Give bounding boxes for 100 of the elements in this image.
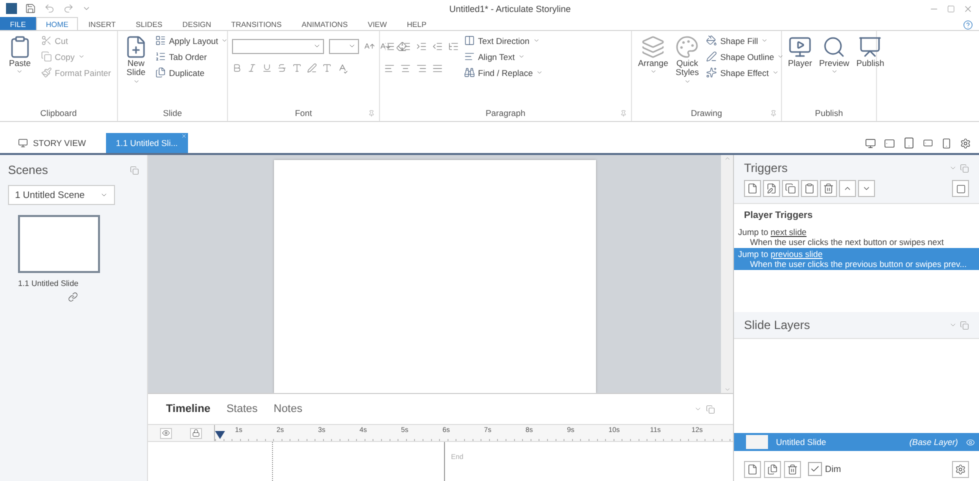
- list-icon: [155, 51, 166, 62]
- ribbon-button[interactable]: Player: [786, 33, 814, 70]
- ribbon-button[interactable]: Tab Order: [153, 49, 230, 64]
- save-icon[interactable]: [25, 3, 36, 14]
- numbering-icon[interactable]: [400, 40, 411, 52]
- app-logo-icon: [6, 3, 17, 14]
- text-case-icon[interactable]: [292, 63, 302, 73]
- scene-dropdown[interactable]: 1 Untitled Scene: [8, 185, 115, 205]
- caret-icon: [518, 53, 525, 60]
- duplicate-layer-icon[interactable]: [764, 460, 781, 478]
- align-center-icon[interactable]: [400, 62, 411, 74]
- phone-icon[interactable]: [941, 138, 952, 148]
- spellcheck-icon[interactable]: [337, 62, 348, 74]
- ribbon-button[interactable]: Align Text: [462, 49, 545, 64]
- undock-icon[interactable]: [706, 404, 715, 414]
- slide-thumbnail[interactable]: [18, 215, 100, 273]
- eye-icon[interactable]: [160, 428, 172, 438]
- shrink-font-icon[interactable]: [380, 40, 391, 52]
- panel-tab[interactable]: States: [226, 403, 258, 415]
- move-down-icon[interactable]: [858, 180, 875, 197]
- align-left-icon[interactable]: [384, 62, 395, 74]
- new-layer-icon[interactable]: [744, 460, 761, 478]
- italic-icon[interactable]: [247, 63, 257, 73]
- undock-icon[interactable]: [130, 166, 139, 174]
- columns-icon: [464, 35, 475, 46]
- strikethrough-icon[interactable]: [277, 63, 287, 73]
- laptop-icon[interactable]: [865, 138, 876, 148]
- justify-icon[interactable]: [432, 62, 443, 74]
- new-trigger-icon[interactable]: [744, 180, 761, 197]
- monitor-icon: [788, 35, 812, 59]
- ribbon-button[interactable]: Shape Outline: [704, 49, 786, 64]
- font-name-field[interactable]: [232, 38, 324, 54]
- magnifier-icon: [822, 35, 846, 59]
- trigger-item[interactable]: Jump to next slide When the user clicks the next button or swipes next: [734, 226, 979, 248]
- customize-icon[interactable]: [82, 4, 91, 13]
- ribbon-button[interactable]: Publish: [854, 33, 886, 70]
- ribbon-button[interactable]: Text Direction: [462, 33, 545, 48]
- edit-icon[interactable]: [763, 180, 780, 197]
- document-tab[interactable]: STORY VIEW: [8, 133, 96, 153]
- presentation-icon: [858, 35, 882, 59]
- checkbox-label: Dim: [825, 464, 841, 474]
- undock-icon[interactable]: [960, 164, 969, 172]
- delete-icon[interactable]: [820, 180, 837, 197]
- ribbon-button[interactable]: Shape Fill: [704, 33, 786, 48]
- group-label: Paragraph: [486, 108, 526, 118]
- caret-icon: [684, 78, 691, 85]
- highlight-icon[interactable]: [307, 63, 317, 73]
- link-icon: [68, 292, 78, 302]
- align-right-icon[interactable]: [416, 62, 427, 74]
- dim-checkbox[interactable]: [808, 462, 822, 476]
- ribbon-button[interactable]: Quick Styles: [673, 33, 702, 87]
- line-spacing-icon[interactable]: [448, 40, 459, 52]
- caret-icon: [772, 69, 779, 76]
- ribbon-button[interactable]: New Slide: [122, 33, 150, 87]
- layer-name: Untitled Slide: [776, 437, 828, 447]
- ribbon-button[interactable]: Shape Effect: [704, 65, 786, 80]
- undo-icon[interactable]: [44, 3, 55, 14]
- ribbon-button[interactable]: Paste: [4, 33, 36, 78]
- paste-icon[interactable]: [801, 180, 818, 197]
- caret-icon: [650, 68, 657, 76]
- grow-font-icon[interactable]: [364, 40, 375, 52]
- panel-tab[interactable]: Timeline: [166, 403, 210, 415]
- ribbon-button[interactable]: Preview: [817, 33, 852, 78]
- indent-icon[interactable]: [416, 40, 427, 52]
- layer-thumbnail: [746, 435, 768, 449]
- close-icon[interactable]: [963, 4, 973, 14]
- ribbon-button[interactable]: Apply Layout: [153, 33, 230, 48]
- underline-icon[interactable]: [262, 63, 272, 73]
- help-icon[interactable]: [963, 20, 973, 30]
- font-size-field[interactable]: [329, 38, 359, 54]
- layout-icon: [155, 35, 166, 46]
- close-icon[interactable]: [180, 133, 187, 139]
- eraser-icon[interactable]: [396, 40, 407, 52]
- redo-icon[interactable]: [63, 3, 74, 14]
- ribbon-button[interactable]: Duplicate: [153, 65, 230, 80]
- ribbon-button[interactable]: Find / Replace: [462, 65, 545, 80]
- panel-tab[interactable]: Notes: [274, 403, 302, 415]
- scissors-icon: [40, 35, 52, 46]
- tablet-landscape-icon[interactable]: [884, 138, 895, 148]
- ribbon-button[interactable]: Arrange: [636, 33, 670, 78]
- story-view-icon: [18, 138, 28, 148]
- caret-icon: [536, 69, 543, 76]
- delete-icon[interactable]: [784, 460, 801, 478]
- outdent-icon[interactable]: [432, 40, 443, 52]
- phone-landscape-icon[interactable]: [923, 138, 933, 148]
- sparkles-icon: [706, 67, 718, 78]
- group-label: Drawing: [690, 108, 722, 118]
- copy-icon: [40, 51, 52, 62]
- checkmark-icon: [810, 464, 820, 474]
- tablet-icon[interactable]: [903, 137, 915, 149]
- lock-icon[interactable]: [190, 428, 202, 438]
- settings-icon[interactable]: [960, 138, 971, 148]
- settings-icon[interactable]: [952, 460, 969, 478]
- bold-icon[interactable]: [232, 63, 242, 73]
- copy-icon[interactable]: [782, 180, 799, 197]
- restore-icon[interactable]: [947, 4, 955, 12]
- font-color-icon[interactable]: [322, 63, 332, 73]
- panel-title: Slide Layers: [744, 318, 810, 332]
- playhead-icon[interactable]: [215, 431, 225, 439]
- undock-icon[interactable]: [960, 320, 969, 330]
